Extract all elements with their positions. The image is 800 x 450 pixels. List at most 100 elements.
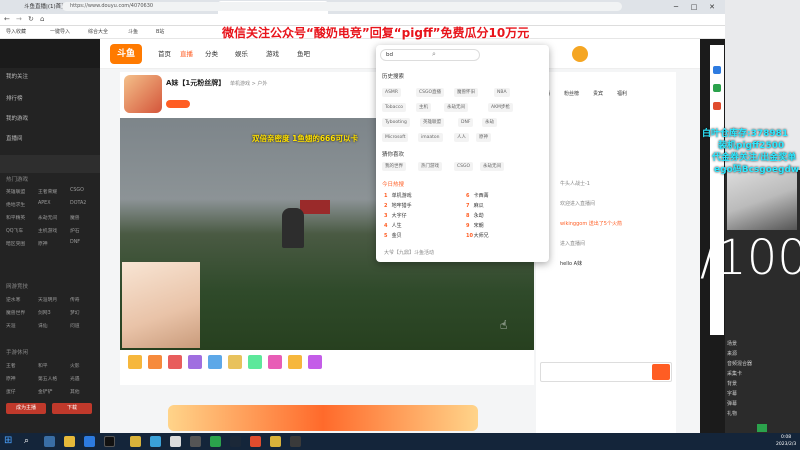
game-link[interactable]: 英雄联盟 <box>6 188 25 195</box>
search-footer[interactable]: 大爷【九鼎】斗鱼活动 <box>384 249 434 256</box>
obs-row[interactable]: 来源 <box>727 350 737 359</box>
bookmark-item[interactable]: B站 <box>156 26 164 39</box>
game-link[interactable]: 和平精英 <box>6 214 25 221</box>
app-icon[interactable] <box>170 436 181 447</box>
gift-icon[interactable] <box>168 355 182 369</box>
obs-row[interactable]: 弹幕 <box>727 400 737 409</box>
gift-icon[interactable] <box>248 355 262 369</box>
sidebar-item-room[interactable]: 直播间 <box>6 134 23 144</box>
room-category[interactable]: 单机游戏 > 户外 <box>230 80 267 87</box>
bookmark-item[interactable]: 导入收藏 <box>6 26 26 39</box>
sidebar-item-rank[interactable]: 排行榜 <box>6 94 23 104</box>
game-link[interactable]: QQ飞车 <box>6 227 23 234</box>
game-link[interactable]: 暗区突围 <box>6 240 25 247</box>
system-clock[interactable]: 0:08 2023/2/3 <box>776 434 796 448</box>
hot-item[interactable]: 6 卡西菁 <box>466 192 489 199</box>
gift-icon[interactable] <box>308 355 322 369</box>
search-icon[interactable]: ⌕ <box>24 436 29 446</box>
sidebar-app-icon[interactable] <box>713 84 721 92</box>
game-link[interactable]: 永劫无间 <box>38 214 57 221</box>
history-chip[interactable]: Microsoft <box>382 133 409 142</box>
home-icon[interactable]: ⌂ <box>40 15 44 23</box>
refresh-icon[interactable]: ↻ <box>28 15 34 23</box>
become-streamer-button[interactable]: 成为主播 <box>6 403 46 414</box>
game-link[interactable]: 剑网3 <box>38 309 51 316</box>
sidebar-app-icon[interactable] <box>713 66 721 74</box>
app-icon[interactable] <box>104 436 115 447</box>
history-chip[interactable]: 人人 <box>454 133 469 142</box>
hot-item[interactable]: 9 宋朝 <box>466 222 484 229</box>
game-link[interactable]: 绝地求生 <box>6 201 25 208</box>
steam-icon[interactable] <box>230 436 241 447</box>
guess-chip[interactable]: CSGO <box>454 162 474 171</box>
gift-icon[interactable] <box>228 355 242 369</box>
forward-icon[interactable]: → <box>16 15 22 23</box>
history-chip[interactable]: CSGO直播 <box>416 88 445 97</box>
game-link[interactable]: 和平 <box>38 362 48 369</box>
history-chip[interactable]: NBA <box>494 88 510 97</box>
history-chip[interactable]: DNF <box>458 118 474 127</box>
app-icon[interactable] <box>190 436 201 447</box>
game-link[interactable]: 火影 <box>70 362 80 369</box>
hot-item[interactable]: 3 大字仔 <box>384 212 407 219</box>
game-link[interactable]: 金铲铲 <box>38 388 52 395</box>
nav-live[interactable]: 直播 <box>180 39 193 69</box>
bookmark-item[interactable]: 综合大全 <box>88 26 108 39</box>
game-link[interactable]: 炉石 <box>70 227 80 234</box>
nav-home[interactable]: 首页 <box>158 39 171 69</box>
close-icon[interactable]: ✕ <box>703 0 721 14</box>
game-link[interactable]: DNF <box>70 240 80 245</box>
obs-row[interactable]: 采集卡 <box>727 370 742 379</box>
nav-fishbar[interactable]: 鱼吧 <box>297 39 310 69</box>
hot-item[interactable]: 7 麻瓜 <box>466 202 484 209</box>
game-link[interactable]: DOTA2 <box>70 201 86 206</box>
app-icon[interactable] <box>270 436 281 447</box>
download-button[interactable]: 下载 <box>52 403 92 414</box>
history-chip[interactable]: 永劫无间 <box>444 103 468 112</box>
minimize-icon[interactable]: ─ <box>667 0 685 14</box>
game-link[interactable]: 逆水寒 <box>6 296 20 303</box>
history-chip[interactable]: AKM步枪 <box>488 103 513 112</box>
history-chip[interactable]: 主机 <box>416 103 431 112</box>
game-link[interactable]: 魔兽世界 <box>6 309 25 316</box>
game-link[interactable]: 天涯明月 <box>38 296 57 303</box>
app-icon[interactable] <box>150 436 161 447</box>
game-link[interactable]: 梦幻 <box>70 309 80 316</box>
sidebar-item-games[interactable]: 我的游戏 <box>6 114 28 124</box>
sidebar-app-icon[interactable] <box>713 102 721 110</box>
game-link[interactable]: 第五人格 <box>38 375 57 382</box>
douyu-logo[interactable]: 斗鱼 <box>110 44 142 64</box>
game-link[interactable]: APEX <box>38 201 51 206</box>
send-button[interactable] <box>652 364 670 380</box>
game-link[interactable]: 问道 <box>70 322 80 329</box>
game-link[interactable]: 原神 <box>6 375 16 382</box>
guess-chip[interactable]: 热门游戏 <box>418 162 442 171</box>
back-icon[interactable]: ← <box>4 15 10 23</box>
gift-icon[interactable] <box>188 355 202 369</box>
game-link[interactable]: 原神 <box>38 240 48 247</box>
guess-chip[interactable]: 我的世界 <box>382 162 406 171</box>
app-icon[interactable] <box>210 436 221 447</box>
user-avatar[interactable] <box>572 46 588 62</box>
game-link[interactable]: 诛仙 <box>38 322 48 329</box>
explorer-icon[interactable] <box>64 436 75 447</box>
hot-item[interactable]: 4 人生 <box>384 222 402 229</box>
maximize-icon[interactable]: □ <box>685 0 703 14</box>
obs-row[interactable]: 音频混合器 <box>727 360 752 369</box>
nav-entertainment[interactable]: 娱乐 <box>235 39 248 69</box>
gift-icon[interactable] <box>208 355 222 369</box>
gift-icon[interactable] <box>268 355 282 369</box>
game-link[interactable]: 王者 <box>6 362 16 369</box>
history-chip[interactable]: 英雄联盟 <box>420 118 444 127</box>
windows-start-icon[interactable]: ⊞ <box>4 435 12 446</box>
gift-icon[interactable] <box>128 355 142 369</box>
taskview-icon[interactable] <box>44 436 55 447</box>
game-link[interactable]: 光遇 <box>70 375 80 382</box>
obs-row[interactable]: 字幕 <box>727 390 737 399</box>
gift-icon[interactable] <box>148 355 162 369</box>
game-link[interactable]: 其他 <box>70 388 80 395</box>
game-link[interactable]: 主机游戏 <box>38 227 57 234</box>
game-link[interactable]: 天涯 <box>6 322 16 329</box>
obs-row[interactable]: 背景 <box>727 380 737 389</box>
game-link[interactable]: 蛋仔 <box>6 388 16 395</box>
